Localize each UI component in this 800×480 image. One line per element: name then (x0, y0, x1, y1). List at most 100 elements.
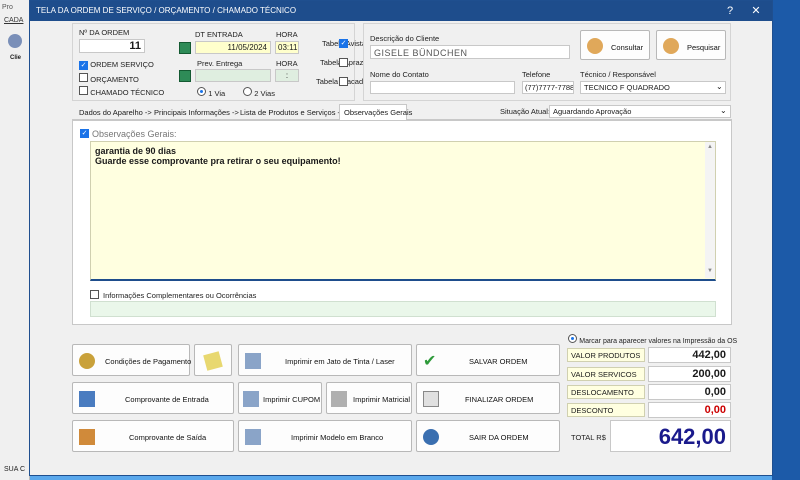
contact-label: Nome do Contato (370, 70, 429, 79)
observations-scrollbar[interactable]: ▲ ▼ (705, 142, 715, 278)
observations-line-1: garantia de 90 dias (95, 146, 177, 156)
payment-conditions-label: Condições de Pagamento (105, 357, 192, 366)
type-option-label: ORÇAMENTO (90, 75, 139, 84)
tab-products-services[interactable]: Lista de Produtos e Serviços -> (240, 108, 344, 117)
via-2-label: 2 Vias (254, 89, 275, 98)
observations-title: Observações Gerais: (92, 129, 177, 139)
print-coupon-button[interactable]: Imprimir CUPOM (238, 382, 322, 414)
observations-checkbox[interactable]: ✓ (80, 129, 89, 138)
forecast-date-field[interactable] (195, 69, 271, 82)
forecast-label: Prev. Entrega (197, 59, 243, 68)
save-order-label: SALVAR ORDEM (469, 357, 528, 366)
radio-icon[interactable] (197, 87, 206, 96)
phone-field[interactable]: (77)7777-7788 (522, 81, 574, 94)
observations-line-2: Guarde esse comprovante pra retirar o se… (95, 156, 341, 166)
calendar-icon[interactable] (179, 70, 191, 82)
save-order-button[interactable]: ✔ SALVAR ORDEM (416, 344, 560, 376)
travel-value[interactable]: 0,00 (648, 384, 731, 400)
close-button[interactable]: ✕ (746, 3, 766, 19)
order-number-field[interactable]: 11 (79, 39, 145, 53)
checkbox-icon[interactable] (79, 86, 88, 95)
dialog-titlebar[interactable]: TELA DA ORDEM DE SERVIÇO / ORÇAMENTO / C… (30, 1, 772, 21)
order-info-panel: Nº DA ORDEM 11 ✓ ORDEM SERVIÇO ORÇAMENTO… (72, 23, 368, 101)
help-button[interactable]: ? (720, 3, 740, 19)
entry-date-field[interactable]: 11/05/2024 (195, 41, 271, 54)
complement-checkbox[interactable] (90, 290, 99, 299)
print-coupon-label: Imprimir CUPOM (263, 395, 321, 404)
discount-value[interactable]: 0,00 (648, 402, 731, 418)
people-icon (587, 38, 603, 54)
chevron-down-icon[interactable]: ⌄ (720, 106, 727, 115)
print-matrix-button[interactable]: Imprimir Matricial (326, 382, 412, 414)
scroll-up-icon[interactable]: ▲ (707, 144, 713, 150)
complement-field[interactable] (90, 301, 716, 317)
contact-field[interactable] (370, 81, 515, 94)
payment-conditions-button[interactable]: Condições de Pagamento (72, 344, 192, 376)
menu-fragment[interactable]: CADA (4, 17, 23, 24)
order-number-label: Nº DA ORDEM (79, 28, 130, 37)
service-order-dialog: TELA DA ORDEM DE SERVIÇO / ORÇAMENTO / C… (29, 0, 773, 476)
services-value: 200,00 (648, 366, 731, 382)
services-label: VALOR SERVICOS (567, 367, 645, 381)
note-icon (203, 351, 223, 371)
radio-icon[interactable] (568, 334, 577, 343)
document-exit-icon (79, 429, 95, 445)
status-label: Situação Atual: (500, 107, 551, 116)
type-option-budget[interactable]: ORÇAMENTO (79, 73, 139, 84)
exit-order-button[interactable]: SAIR DA ORDEM (416, 420, 560, 452)
client-panel: Descrição do Cliente GISELE BÜNDCHEN Con… (363, 23, 731, 101)
type-option-os[interactable]: ✓ ORDEM SERVIÇO (79, 60, 154, 70)
tab-device-data[interactable]: Dados do Aparelho -> (79, 108, 152, 117)
entry-date-label: DT ENTRADA (195, 30, 243, 39)
exit-receipt-button[interactable]: Comprovante de Saída (72, 420, 234, 452)
search-button[interactable]: Pesquisar (656, 30, 726, 60)
type-option-call[interactable]: CHAMADO TÉCNICO (79, 86, 164, 97)
total-value: 642,00 (610, 420, 731, 452)
client-icon[interactable] (8, 34, 22, 48)
client-desc-field[interactable]: GISELE BÜNDCHEN (370, 45, 570, 59)
background-app-sidebar: Pro CADA Clie SUA C (0, 0, 30, 480)
status-fragment: SUA C (4, 466, 26, 473)
type-option-label: CHAMADO TÉCNICO (90, 88, 165, 97)
print-values-option[interactable]: Marcar para aparecer valores na Impressã… (568, 334, 737, 345)
exit-order-label: SAIR DA ORDEM (469, 433, 529, 442)
finish-order-label: FINALIZAR ORDEM (465, 395, 534, 404)
via-1-option[interactable]: 1 Via (197, 87, 225, 98)
consult-button[interactable]: Consultar (580, 30, 650, 60)
table-wholesale-checkbox[interactable] (339, 77, 348, 86)
radio-icon[interactable] (243, 87, 252, 96)
chevron-down-icon[interactable]: ⌄ (716, 82, 723, 91)
checkbox-icon[interactable] (79, 73, 88, 82)
entry-hour-field[interactable]: 03:11 (275, 41, 299, 54)
client-label-fragment: Clie (10, 55, 22, 61)
tab-observations-label: Observações Gerais (344, 108, 413, 117)
print-matrix-label: Imprimir Matricial (353, 395, 411, 404)
observations-textarea[interactable]: garantia de 90 dias Guarde esse comprova… (90, 141, 716, 281)
travel-label: DESLOCAMENTO (567, 385, 645, 399)
finish-order-button[interactable]: FINALIZAR ORDEM (416, 382, 560, 414)
calendar-icon[interactable] (179, 42, 191, 54)
tab-main-info[interactable]: Principais Informações -> (154, 108, 239, 117)
status-select[interactable]: Aguardando Aprovação (549, 105, 731, 118)
table-term-checkbox[interactable] (339, 58, 348, 67)
tab-observations[interactable]: Observações Gerais (339, 104, 412, 120)
search-button-label: Pesquisar (687, 43, 721, 52)
print-inkjet-button[interactable]: Imprimir em Jato de Tinta / Laser (238, 344, 412, 376)
via-1-label: 1 Via (208, 89, 226, 98)
printer-icon (243, 391, 259, 407)
print-values-label: Marcar para aparecer valores na Impressã… (579, 338, 738, 345)
consult-button-label: Consultar (611, 43, 644, 52)
entry-receipt-button[interactable]: Comprovante de Entrada (72, 382, 234, 414)
table-cash-checkbox[interactable]: ✓ (339, 39, 348, 48)
coins-icon (79, 353, 95, 369)
technician-select[interactable]: TECNICO F QUADRADO (580, 81, 726, 94)
payment-extra-button[interactable] (194, 344, 232, 376)
forecast-hour-field[interactable]: : (275, 69, 299, 82)
checkbox-icon[interactable]: ✓ (79, 61, 88, 70)
print-blank-button[interactable]: Imprimir Modelo em Branco (238, 420, 412, 452)
scroll-down-icon[interactable]: ▼ (707, 268, 713, 274)
document-check-icon (423, 391, 439, 407)
client-desc-label: Descrição do Cliente (370, 34, 440, 43)
entry-receipt-label: Comprovante de Entrada (125, 395, 209, 404)
via-2-option[interactable]: 2 Vias (243, 87, 275, 98)
